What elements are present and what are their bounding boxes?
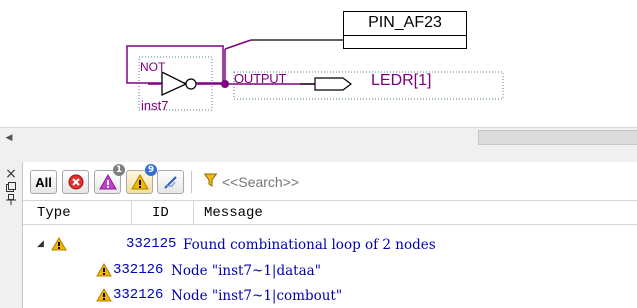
filter-warning-button[interactable]: 9 [126,164,157,194]
not-gate-bubble [185,78,197,90]
schematic-drawing [126,39,504,111]
critical-warning-icon [98,174,117,190]
table-row[interactable]: 332126 Node "inst7~1|dataa" [23,260,637,281]
filter-error-button[interactable] [62,170,89,194]
filter-critical-warning-button[interactable]: 1 [94,164,125,194]
dock-strip: × [0,162,22,308]
warning-count-badge: 9 [145,164,157,176]
feedback-wire-diagonal[interactable] [224,39,252,50]
horizontal-scrollbar[interactable]: ◀ [0,127,637,147]
port-direction-label: OUTPUT [234,71,287,86]
signal-name-label: LEDR[1] [371,72,432,89]
message-id: 332125 [126,236,177,252]
filter-all-button[interactable]: All [30,170,57,194]
message-text: Found combinational loop of 2 nodes [183,237,436,253]
warning-icon [96,288,112,302]
pin-assignment-box[interactable]: PIN_AF23 [343,11,467,49]
messages-table-header: Type ID Message [23,200,637,225]
not-gate-triangle[interactable] [161,70,188,97]
scrollbar-thumb[interactable] [478,130,637,145]
message-id: 332126 [113,262,164,278]
instance-name-label: inst7 [141,98,169,113]
column-header-message[interactable]: Message [204,205,263,221]
filter-suppressed-button[interactable] [157,170,184,194]
column-divider[interactable] [193,201,194,225]
expand-arrow-icon[interactable]: ◢ [37,238,44,249]
pin-icon[interactable] [5,194,17,209]
gate-type-label: NOT [140,60,166,74]
critical-warning-count-badge: 1 [113,164,125,176]
message-text: Node "inst7~1|dataa" [171,263,321,279]
table-row[interactable]: ◢ 332125 Found combinational loop of 2 n… [23,234,637,255]
column-header-type[interactable]: Type [37,205,71,221]
messages-toolbar: All 1 9 [23,162,637,199]
warning-icon [51,237,67,251]
scroll-left-arrow-icon[interactable]: ◀ [0,128,18,147]
filter-funnel-icon[interactable] [204,173,217,187]
search-input[interactable] [220,170,637,194]
message-text: Node "inst7~1|combout" [171,288,343,304]
toolbar-separator [191,171,192,193]
message-id: 332126 [113,287,164,303]
error-icon [68,174,83,190]
junction-dot [221,80,229,88]
warning-icon [130,174,149,190]
warning-icon [96,263,112,277]
panel-splitter[interactable] [0,147,637,162]
schematic-canvas[interactable]: PIN_AF23 NOT inst7 OUTPUT LEDR[1] [0,0,637,128]
table-row[interactable]: 332126 Node "inst7~1|combout" [23,285,637,306]
column-header-id[interactable]: ID [152,205,169,221]
flag-icon [163,176,177,189]
messages-panel: All 1 9 <<Search>> Type ID Message ◢ 332… [22,162,637,308]
output-port-symbol[interactable] [314,77,352,91]
pin-name-label: PIN_AF23 [344,12,466,36]
column-divider[interactable] [131,201,132,225]
close-icon[interactable]: × [5,166,17,182]
